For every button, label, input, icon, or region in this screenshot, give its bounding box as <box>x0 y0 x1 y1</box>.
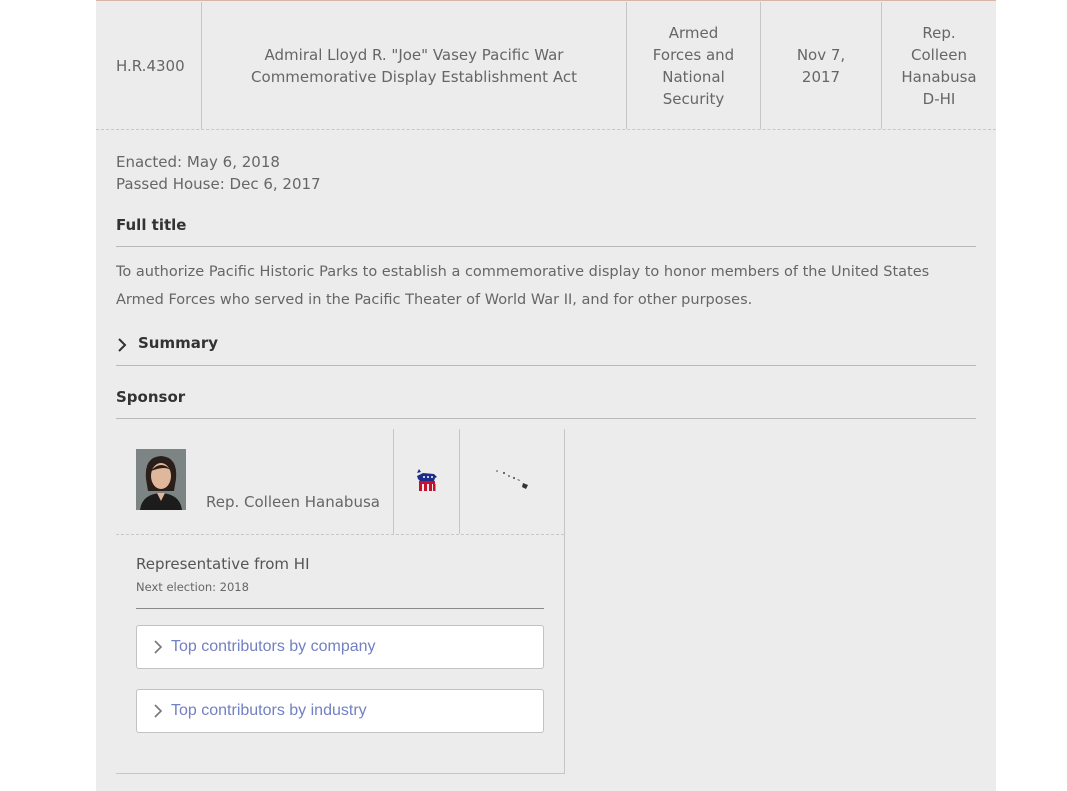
bill-status: Enacted: May 6, 2018 Passed House: Dec 6… <box>116 151 321 195</box>
bill-category: Armed Forces and National Security <box>627 2 761 129</box>
sponsor-avatar[interactable] <box>136 449 186 510</box>
bill-sponsor: Rep. Colleen Hanabusa D-HI <box>901 23 977 108</box>
democrat-donkey-icon <box>414 467 440 497</box>
bill-panel: H.R.4300 Admiral Lloyd R. "Joe" Vasey Pa… <box>96 0 996 791</box>
top-contributors-company-label: Top contributors by company <box>171 638 376 655</box>
sponsor-party <box>393 429 460 534</box>
enacted-date: Enacted: May 6, 2018 <box>116 153 280 171</box>
chevron-right-icon <box>153 639 167 655</box>
top-contributors-industry-button[interactable]: Top contributors by industry <box>136 689 544 733</box>
full-title-heading: Full title <box>116 216 976 247</box>
sponsor-card: Rep. Colleen Hanabusa Representative fro… <box>116 429 565 774</box>
sponsor-heading: Sponsor <box>116 388 976 419</box>
full-title-heading-label: Full title <box>116 216 187 234</box>
summary-toggle[interactable]: Summary <box>116 334 976 366</box>
bill-title: Admiral Lloyd R. "Joe" Vasey Pacific War… <box>202 2 627 129</box>
passed-house-date: Passed House: Dec 6, 2017 <box>116 175 321 193</box>
bill-row[interactable]: H.R.4300 Admiral Lloyd R. "Joe" Vasey Pa… <box>96 2 996 130</box>
chevron-right-icon <box>116 337 132 353</box>
sponsor-heading-label: Sponsor <box>116 388 186 406</box>
sponsor-name[interactable]: Rep. Colleen Hanabusa <box>206 493 380 511</box>
sponsor-header[interactable]: Rep. Colleen Hanabusa <box>116 429 564 535</box>
full-title-text: To authorize Pacific Historic Parks to e… <box>116 264 930 308</box>
bill-number: H.R.4300 <box>96 2 202 129</box>
hawaii-map-icon <box>493 468 533 496</box>
top-contributors-company-button[interactable]: Top contributors by company <box>136 625 544 669</box>
sponsor-state <box>459 429 565 534</box>
chevron-right-icon <box>153 703 167 719</box>
divider <box>136 608 544 609</box>
bill-date: Nov 7, 2017 <box>761 2 882 129</box>
summary-label: Summary <box>138 334 219 352</box>
top-contributors-industry-label: Top contributors by industry <box>171 702 367 719</box>
sponsor-role: Representative from HI <box>136 555 310 573</box>
sponsor-next-election: Next election: 2018 <box>136 580 249 594</box>
